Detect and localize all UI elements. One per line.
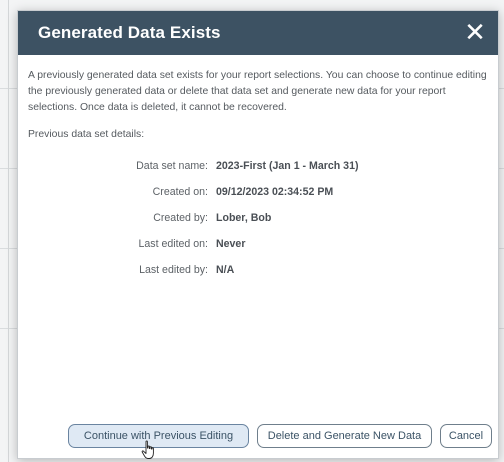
detail-value: 09/12/2023 02:34:52 PM	[216, 186, 334, 198]
detail-row-last-edited-on: Last edited on: Never	[28, 231, 488, 257]
close-icon[interactable]: ✕	[462, 20, 488, 46]
dialog-titlebar: Generated Data Exists ✕	[18, 11, 498, 55]
detail-label: Created on:	[152, 186, 208, 198]
detail-value: 2023-First (Jan 1 - March 31)	[216, 160, 359, 172]
detail-row-created-by: Created by: Lober, Bob	[28, 205, 488, 231]
dialog-title: Generated Data Exists	[38, 23, 221, 42]
detail-label: Last edited by:	[139, 264, 208, 276]
dialog-footer: Continue with Previous Editing Delete an…	[18, 414, 498, 458]
generated-data-exists-dialog: Generated Data Exists ✕ A previously gen…	[17, 10, 499, 459]
detail-label: Last edited on:	[138, 238, 208, 250]
cancel-button[interactable]: Cancel	[440, 424, 492, 448]
detail-row-last-edited-by: Last edited by: N/A	[28, 257, 488, 283]
detail-value: Lober, Bob	[216, 212, 272, 224]
details-section-label: Previous data set details:	[28, 129, 145, 140]
dialog-body: A previously generated data set exists f…	[18, 55, 498, 283]
continue-editing-button[interactable]: Continue with Previous Editing	[68, 424, 249, 448]
background-divider	[8, 0, 9, 462]
detail-row-created-on: Created on: 09/12/2023 02:34:52 PM	[28, 179, 488, 205]
delete-and-generate-button[interactable]: Delete and Generate New Data	[257, 424, 432, 448]
detail-row-data-set-name: Data set name: 2023-First (Jan 1 - March…	[28, 153, 488, 179]
intro-text: A previously generated data set exists f…	[28, 70, 487, 113]
detail-value: Never	[216, 238, 246, 250]
detail-label: Created by:	[153, 212, 208, 224]
detail-label: Data set name:	[136, 160, 208, 172]
details-list: Data set name: 2023-First (Jan 1 - March…	[28, 153, 488, 283]
detail-value: N/A	[216, 264, 235, 276]
